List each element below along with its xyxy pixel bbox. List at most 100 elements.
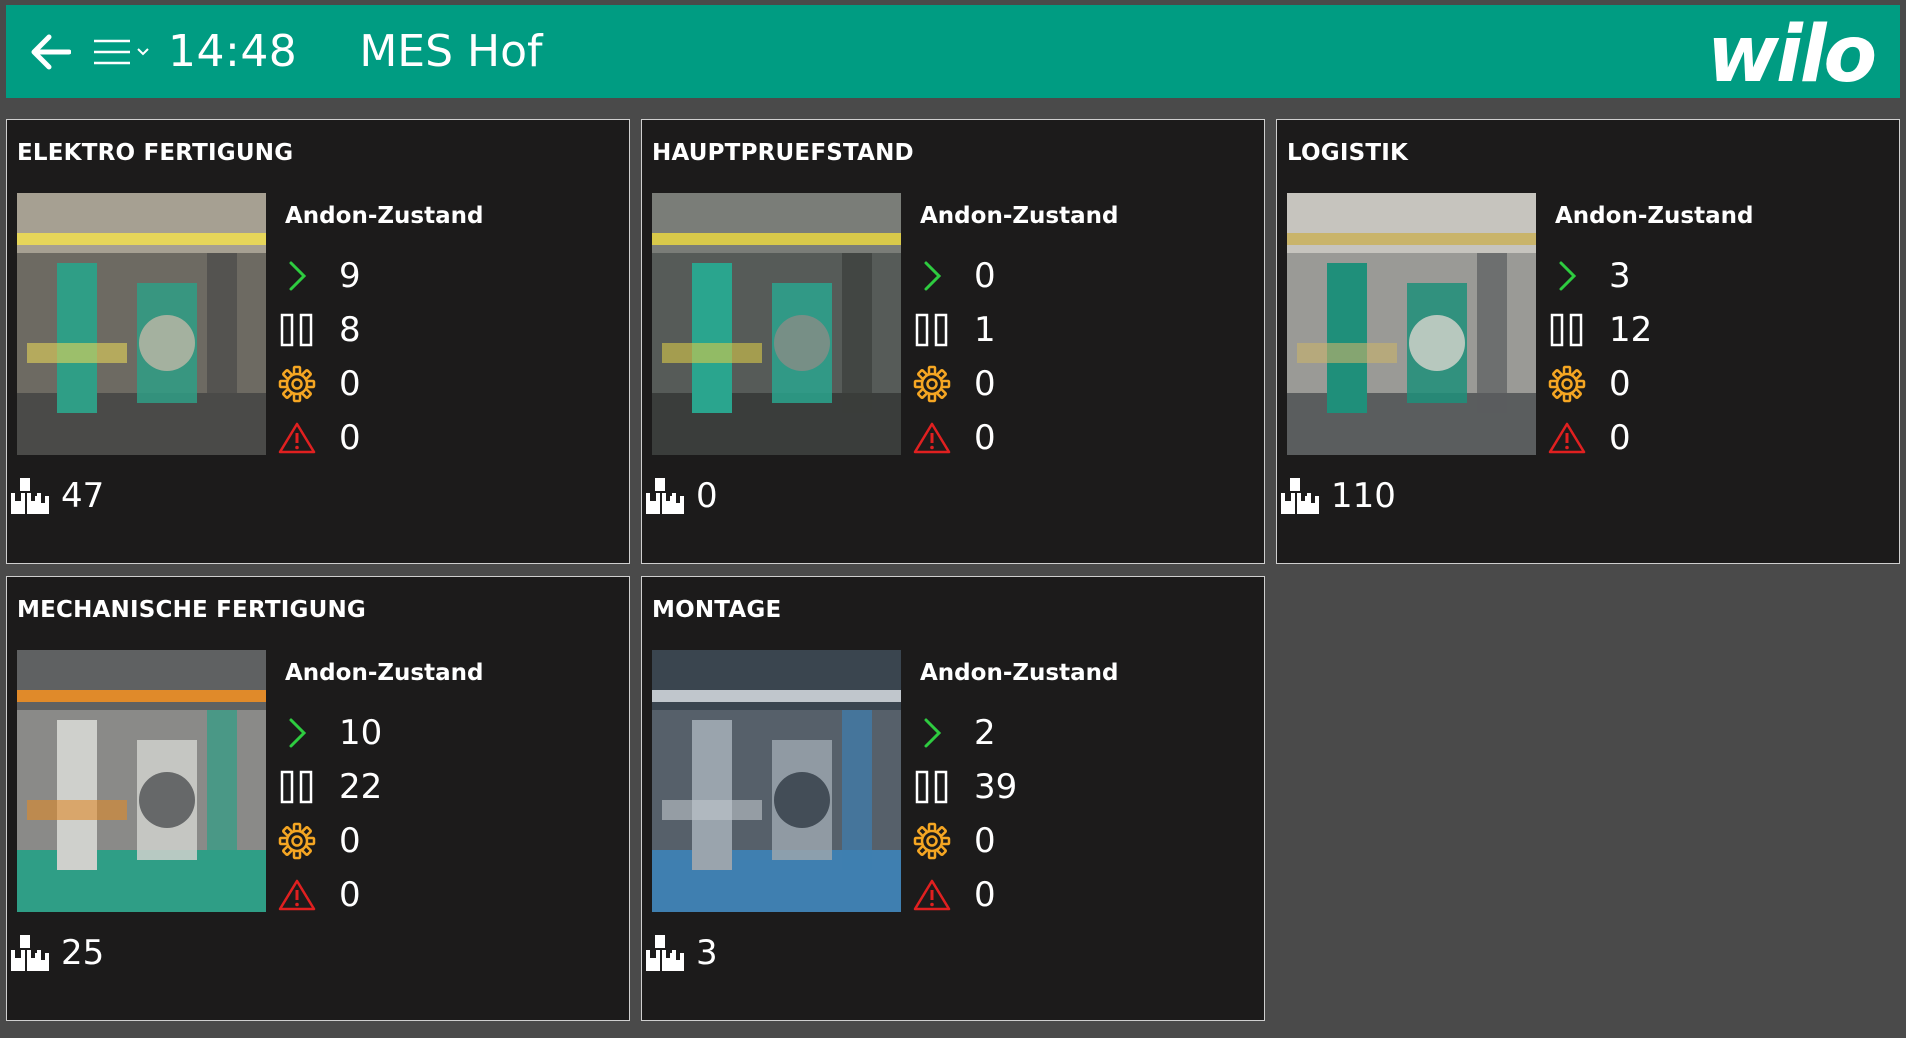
orders-count: 0 xyxy=(696,476,718,516)
gear-icon xyxy=(912,364,952,404)
paused-stat: 12 xyxy=(1547,310,1652,350)
running-stat: 10 xyxy=(277,713,382,753)
andon-status-label: Andon-Zustand xyxy=(285,660,484,686)
warning-triangle-icon xyxy=(1547,418,1587,458)
area-card[interactable]: MONTAGE Andon-Zustand 2 39 0 0 3 xyxy=(641,576,1265,1021)
error-stat: 0 xyxy=(912,875,996,915)
area-photo xyxy=(17,650,266,912)
orders-count: 110 xyxy=(1331,476,1396,516)
area-card[interactable]: HAUPTPRUEFSTAND Andon-Zustand 0 1 0 0 0 xyxy=(641,119,1265,564)
pause-icon xyxy=(912,310,952,350)
maintenance-count: 0 xyxy=(974,821,996,861)
error-stat: 0 xyxy=(277,875,361,915)
error-count: 0 xyxy=(974,418,996,458)
warning-triangle-icon xyxy=(912,875,952,915)
orders-stat: 3 xyxy=(642,931,718,975)
andon-status-label: Andon-Zustand xyxy=(920,203,1119,229)
maintenance-count: 0 xyxy=(339,821,361,861)
paused-count: 8 xyxy=(339,310,361,350)
andon-status-label: Andon-Zustand xyxy=(920,660,1119,686)
card-title: MONTAGE xyxy=(652,597,782,623)
hamburger-menu-icon xyxy=(94,39,130,64)
warning-triangle-icon xyxy=(277,875,317,915)
gear-icon xyxy=(277,364,317,404)
running-stat: 9 xyxy=(277,256,361,296)
paused-stat: 1 xyxy=(912,310,996,350)
pause-icon xyxy=(912,767,952,807)
warning-triangle-icon xyxy=(277,418,317,458)
chevron-right-icon xyxy=(912,713,952,753)
paused-count: 12 xyxy=(1609,310,1653,350)
area-photo xyxy=(17,193,266,455)
paused-stat: 22 xyxy=(277,767,382,807)
running-count: 10 xyxy=(339,713,383,753)
card-title: ELEKTRO FERTIGUNG xyxy=(17,140,294,166)
maintenance-count: 0 xyxy=(1609,364,1631,404)
chevron-down-icon xyxy=(137,47,149,55)
parts-stack-icon xyxy=(642,476,688,516)
warning-triangle-icon xyxy=(912,418,952,458)
page-title: MES Hof xyxy=(359,26,543,77)
parts-stack-icon xyxy=(1277,476,1323,516)
paused-count: 22 xyxy=(339,767,383,807)
paused-stat: 8 xyxy=(277,310,361,350)
maintenance-count: 0 xyxy=(974,364,996,404)
menu-button[interactable] xyxy=(92,28,154,76)
error-count: 0 xyxy=(339,875,361,915)
maintenance-stat: 0 xyxy=(912,821,996,861)
running-count: 9 xyxy=(339,256,361,296)
parts-stack-icon xyxy=(7,476,53,516)
chevron-right-icon xyxy=(1547,256,1587,296)
app-header: 14:48 MES Hof wilo xyxy=(6,5,1900,99)
orders-count: 25 xyxy=(61,933,105,973)
area-photo xyxy=(652,193,901,455)
running-count: 3 xyxy=(1609,256,1631,296)
running-stat: 2 xyxy=(912,713,996,753)
clock: 14:48 xyxy=(168,26,298,77)
gear-icon xyxy=(912,821,952,861)
running-count: 0 xyxy=(974,256,996,296)
back-button[interactable] xyxy=(26,28,74,76)
paused-stat: 39 xyxy=(912,767,1017,807)
error-count: 0 xyxy=(339,418,361,458)
pause-icon xyxy=(277,310,317,350)
card-title: HAUPTPRUEFSTAND xyxy=(652,140,914,166)
maintenance-count: 0 xyxy=(339,364,361,404)
area-card[interactable]: ELEKTRO FERTIGUNG Andon-Zustand 9 8 0 0 … xyxy=(6,119,630,564)
running-count: 2 xyxy=(974,713,996,753)
maintenance-stat: 0 xyxy=(277,821,361,861)
running-stat: 3 xyxy=(1547,256,1631,296)
orders-stat: 25 xyxy=(7,931,104,975)
running-stat: 0 xyxy=(912,256,996,296)
andon-status-label: Andon-Zustand xyxy=(285,203,484,229)
error-count: 0 xyxy=(974,875,996,915)
area-photo xyxy=(652,650,901,912)
parts-stack-icon xyxy=(7,933,53,973)
andon-status-label: Andon-Zustand xyxy=(1555,203,1754,229)
orders-stat: 47 xyxy=(7,474,104,518)
pause-icon xyxy=(277,767,317,807)
area-photo xyxy=(1287,193,1536,455)
svg-text:wilo: wilo xyxy=(1707,10,1875,99)
orders-stat: 110 xyxy=(1277,474,1396,518)
parts-stack-icon xyxy=(642,933,688,973)
maintenance-stat: 0 xyxy=(912,364,996,404)
wilo-logo: wilo xyxy=(1707,10,1878,99)
maintenance-stat: 0 xyxy=(277,364,361,404)
gear-icon xyxy=(277,821,317,861)
gear-icon xyxy=(1547,364,1587,404)
orders-count: 47 xyxy=(61,476,105,516)
card-title: MECHANISCHE FERTIGUNG xyxy=(17,597,366,623)
maintenance-stat: 0 xyxy=(1547,364,1631,404)
arrow-left-icon xyxy=(31,34,71,69)
error-stat: 0 xyxy=(277,418,361,458)
card-title: LOGISTIK xyxy=(1287,140,1409,166)
area-card[interactable]: LOGISTIK Andon-Zustand 3 12 0 0 110 xyxy=(1276,119,1900,564)
error-count: 0 xyxy=(1609,418,1631,458)
chevron-right-icon xyxy=(912,256,952,296)
paused-count: 1 xyxy=(974,310,996,350)
orders-count: 3 xyxy=(696,933,718,973)
area-card[interactable]: MECHANISCHE FERTIGUNG Andon-Zustand 10 2… xyxy=(6,576,630,1021)
chevron-right-icon xyxy=(277,256,317,296)
paused-count: 39 xyxy=(974,767,1018,807)
